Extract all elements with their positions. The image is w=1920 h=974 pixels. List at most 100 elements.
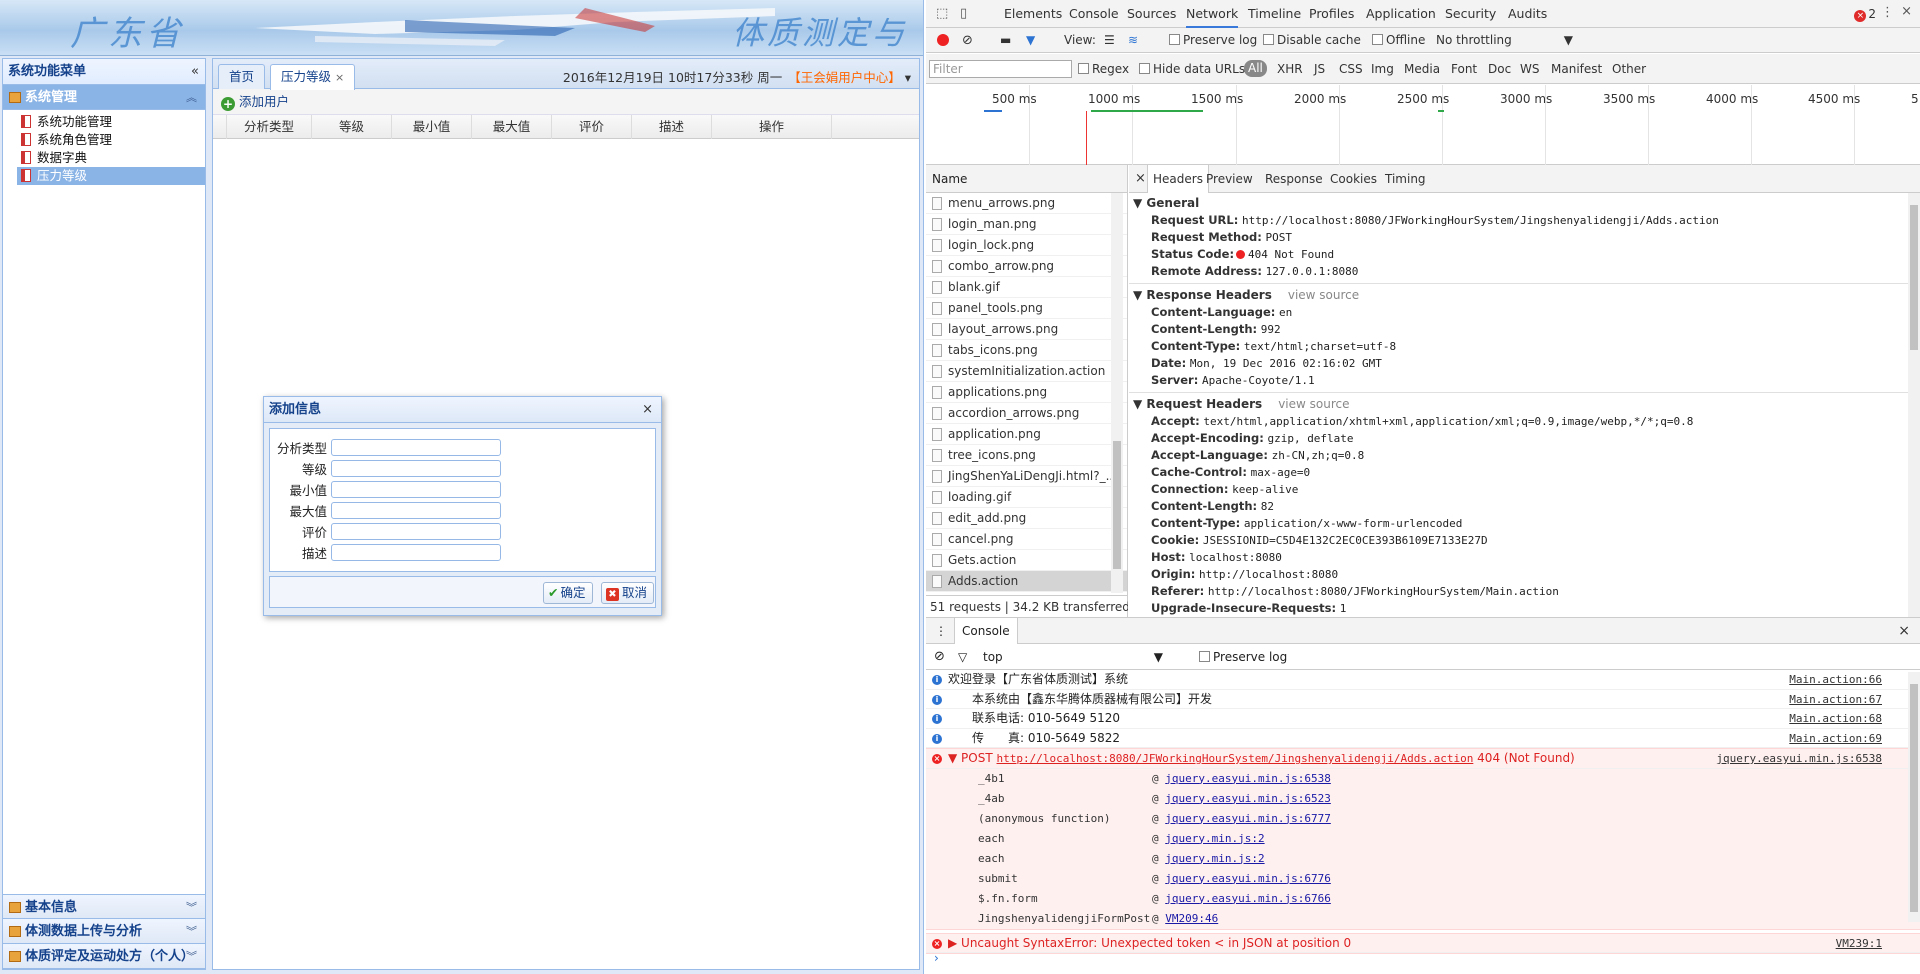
cancel-button[interactable]: ✖ 取消 <box>601 582 655 604</box>
evaluation-field[interactable] <box>331 523 501 540</box>
request-row[interactable]: Adds.action <box>926 571 1127 592</box>
request-row[interactable]: applications.png <box>926 382 1127 403</box>
request-row[interactable]: systemInitialization.action <box>926 361 1127 382</box>
network-overview-timeline[interactable]: 500 ms 1000 ms 1500 ms 2000 ms 2500 ms 3… <box>926 85 1920 165</box>
accordion-system-management[interactable]: 系统管理 ︽ <box>3 85 205 110</box>
response-headers-section-toggle[interactable]: ▼ Response Headers view source <box>1129 287 1909 304</box>
detail-tab-preview[interactable]: Preview <box>1206 165 1253 193</box>
stack-source-link[interactable]: jquery.easyui.min.js:6523 <box>1165 792 1331 805</box>
filter-type-manifest[interactable]: Manifest <box>1551 62 1602 76</box>
scrollbar-thumb[interactable] <box>1910 205 1918 350</box>
filter-type-doc[interactable]: Doc <box>1488 62 1511 76</box>
clear-console-icon[interactable]: ⊘ <box>934 644 945 670</box>
detail-tab-timing[interactable]: Timing <box>1385 165 1426 193</box>
request-row[interactable]: JingShenYaLiDengJi.html?_... <box>926 466 1127 487</box>
request-row[interactable]: combo_arrow.png <box>926 256 1127 277</box>
accordion-evaluation[interactable]: 体质评定及运动处方（个人） ︾ <box>3 944 205 969</box>
source-link[interactable]: VM239:1 <box>1836 934 1882 954</box>
column-header[interactable]: 最小值 <box>392 115 472 139</box>
source-link[interactable]: jquery.easyui.min.js:6538 <box>1716 749 1882 769</box>
filter-type-media[interactable]: Media <box>1404 62 1440 76</box>
headers-scrollbar[interactable] <box>1908 193 1920 617</box>
stack-source-link[interactable]: jquery.easyui.min.js:6777 <box>1165 812 1331 825</box>
offline-checkbox[interactable]: Offline <box>1372 28 1425 53</box>
request-row[interactable]: accordion_arrows.png <box>926 403 1127 424</box>
disable-cache-checkbox[interactable]: Disable cache <box>1263 28 1361 53</box>
tab-security[interactable]: Security <box>1445 0 1496 28</box>
filter-icon[interactable]: ▼ <box>1026 28 1035 53</box>
error-count-badge[interactable]: × 2 <box>1854 7 1876 22</box>
detail-tab-response[interactable]: Response <box>1265 165 1323 193</box>
stack-source-link[interactable]: jquery.easyui.min.js:6538 <box>1165 772 1331 785</box>
regex-checkbox[interactable]: Regex <box>1078 62 1129 76</box>
name-column-header[interactable]: Name <box>926 165 1127 193</box>
scrollbar-thumb[interactable] <box>1910 684 1918 912</box>
source-link[interactable]: Main.action:67 <box>1789 690 1882 710</box>
request-row[interactable]: login_lock.png <box>926 235 1127 256</box>
tab-network[interactable]: Network <box>1186 0 1239 28</box>
tree-item-pressure-level[interactable]: 压力等级 <box>17 167 205 185</box>
drawer-tab-console[interactable]: Console <box>954 618 1018 644</box>
view-source-link[interactable]: view source <box>1278 397 1349 411</box>
filter-type-ws[interactable]: WS <box>1520 62 1539 76</box>
chevron-up-icon[interactable]: ︽ <box>186 85 197 110</box>
column-header[interactable]: 最大值 <box>472 115 552 139</box>
source-link[interactable]: Main.action:68 <box>1789 709 1882 729</box>
request-row[interactable]: edit_add.png <box>926 508 1127 529</box>
filter-icon[interactable]: ▽ <box>958 644 967 670</box>
chevron-down-icon[interactable]: ︾ <box>186 895 197 920</box>
column-header[interactable]: 等级 <box>312 115 392 139</box>
overview-icon[interactable]: ≋ <box>1128 28 1138 53</box>
filter-input[interactable]: Filter <box>929 60 1072 78</box>
detail-tab-cookies[interactable]: Cookies <box>1330 165 1377 193</box>
chevron-down-icon[interactable]: ︾ <box>186 944 197 969</box>
min-value-field[interactable] <box>331 481 501 498</box>
filter-type-other[interactable]: Other <box>1612 62 1646 76</box>
stack-source-link[interactable]: jquery.easyui.min.js:6776 <box>1165 872 1331 885</box>
hide-data-urls-checkbox[interactable]: Hide data URLs <box>1139 62 1245 76</box>
level-field[interactable] <box>331 460 501 477</box>
scrollbar-thumb[interactable] <box>1113 441 1121 569</box>
capture-screenshots-icon[interactable]: ▬ <box>1000 28 1011 53</box>
request-row[interactable]: tree_icons.png <box>926 445 1127 466</box>
stack-source-link[interactable]: VM209:46 <box>1165 912 1218 925</box>
request-row[interactable]: loading.gif <box>926 487 1127 508</box>
request-row[interactable]: blank.gif <box>926 277 1127 298</box>
view-source-link[interactable]: view source <box>1288 288 1359 302</box>
tab-home[interactable]: 首页 <box>218 64 266 89</box>
record-icon[interactable] <box>937 34 949 46</box>
request-row[interactable]: login_man.png <box>926 214 1127 235</box>
detail-tab-headers[interactable]: Headers <box>1147 165 1209 193</box>
request-row[interactable]: Gets.action <box>926 550 1127 571</box>
filter-type-font[interactable]: Font <box>1451 62 1477 76</box>
stack-source-link[interactable]: jquery.min.js:2 <box>1165 852 1264 865</box>
filter-type-all[interactable]: All <box>1244 60 1267 77</box>
filter-type-js[interactable]: JS <box>1314 62 1325 76</box>
request-list-scrollbar[interactable] <box>1111 193 1123 593</box>
tab-pressure-level[interactable]: 压力等级 × <box>270 64 356 90</box>
user-center-link[interactable]: 【王会娟用户中心】 <box>788 70 901 85</box>
console-prompt[interactable]: › <box>926 948 939 968</box>
tab-sources[interactable]: Sources <box>1127 0 1176 28</box>
close-icon[interactable]: × <box>642 397 653 423</box>
column-header[interactable]: 评价 <box>552 115 632 139</box>
more-options-icon[interactable]: ⋮ <box>1881 5 1894 20</box>
tab-console[interactable]: Console <box>1069 0 1119 28</box>
large-rows-icon[interactable]: ☰ <box>1104 28 1115 53</box>
accordion-data-upload[interactable]: 体测数据上传与分析 ︾ <box>3 919 205 944</box>
throttling-select[interactable]: No throttling ▼ <box>1436 28 1573 53</box>
analysis-type-field[interactable] <box>331 439 501 456</box>
request-row[interactable]: cancel.png <box>926 529 1127 550</box>
column-header[interactable]: 操作 <box>712 115 832 139</box>
filter-type-xhr[interactable]: XHR <box>1277 62 1303 76</box>
accordion-basic-info[interactable]: 基本信息 ︾ <box>3 894 205 919</box>
description-field[interactable] <box>331 544 501 561</box>
close-tab-icon[interactable]: × <box>335 71 344 84</box>
error-url-link[interactable]: http://localhost:8080/JFWorkingHourSyste… <box>997 752 1474 765</box>
column-header[interactable]: 分析类型 <box>227 115 312 139</box>
request-row[interactable]: panel_tools.png <box>926 298 1127 319</box>
close-details-icon[interactable]: × <box>1135 165 1146 193</box>
add-user-button[interactable]: + 添加用户 <box>221 94 289 111</box>
tab-elements[interactable]: Elements <box>1004 0 1062 28</box>
tree-item-function-management[interactable]: 系统功能管理 <box>17 113 205 131</box>
